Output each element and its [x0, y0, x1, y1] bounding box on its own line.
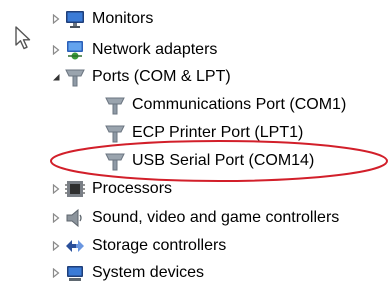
tree-item-label: Monitors — [92, 10, 154, 27]
port-icon — [104, 122, 126, 144]
port-icon — [104, 94, 126, 116]
expand-arrow-icon[interactable] — [50, 183, 62, 195]
system-devices-icon — [64, 262, 86, 284]
tree-item-ports[interactable]: Ports (COM & LPT) — [50, 65, 231, 89]
tree-item-label: Ports (COM & LPT) — [92, 68, 231, 85]
tree-item-label: Sound, video and game controllers — [92, 209, 340, 226]
collapse-arrow-icon[interactable] — [50, 71, 62, 83]
tree-item-label: ECP Printer Port (LPT1) — [132, 124, 304, 141]
expand-arrow-icon[interactable] — [50, 44, 62, 56]
port-icon — [64, 66, 86, 88]
tree-item-sound-video-game[interactable]: Sound, video and game controllers — [50, 206, 339, 230]
expand-arrow-icon[interactable] — [50, 240, 62, 252]
tree-item-label: Processors — [92, 180, 173, 197]
expand-arrow-icon[interactable] — [50, 212, 62, 224]
tree-item-storage-controllers[interactable]: Storage controllers — [50, 234, 226, 258]
tree-item-processors[interactable]: Processors — [50, 177, 172, 201]
tree-item-network-adapters[interactable]: Network adapters — [50, 38, 217, 62]
network-adapter-icon — [64, 39, 86, 61]
tree-item-monitors[interactable]: Monitors — [50, 7, 153, 31]
port-icon — [104, 150, 126, 172]
tree-item-system-devices[interactable]: System devices — [50, 261, 204, 285]
storage-icon — [64, 235, 86, 257]
tree-item-label: System devices — [92, 264, 205, 281]
tree-item-ecp-printer-port[interactable]: ECP Printer Port (LPT1) — [104, 121, 303, 145]
tree-item-label: USB Serial Port (COM14) — [132, 152, 315, 169]
tree-item-usb-serial-port[interactable]: USB Serial Port (COM14) — [104, 149, 314, 173]
processor-icon — [64, 178, 86, 200]
expand-arrow-icon[interactable] — [50, 267, 62, 279]
tree-item-label: Communications Port (COM1) — [132, 96, 347, 113]
mouse-cursor-icon — [15, 26, 31, 50]
monitor-icon — [64, 8, 86, 30]
tree-item-label: Storage controllers — [92, 237, 227, 254]
tree-item-label: Network adapters — [92, 41, 218, 58]
speaker-icon — [64, 207, 86, 229]
expand-arrow-icon[interactable] — [50, 13, 62, 25]
tree-item-communications-port[interactable]: Communications Port (COM1) — [104, 93, 346, 117]
